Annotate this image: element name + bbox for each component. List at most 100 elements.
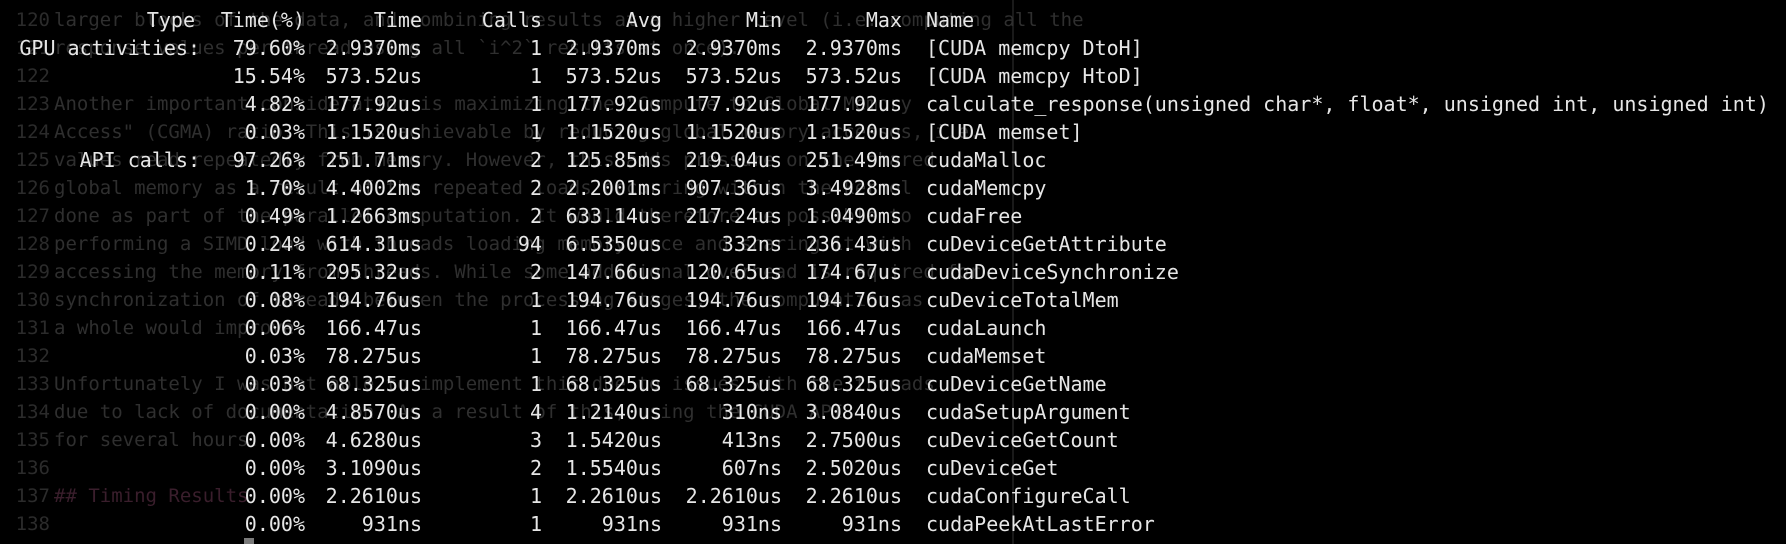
cell-calls: 1 <box>529 92 542 116</box>
cell-time-pct: 1.70% <box>244 176 305 200</box>
cell-time-pct: 0.00% <box>244 400 305 424</box>
terminal-window[interactable]: 120 larger blocks of the data, and combin… <box>0 0 1786 544</box>
cell-max: 931ns <box>841 512 902 536</box>
header-max: Max <box>865 8 902 32</box>
cell-max: 2.5020us <box>805 456 902 480</box>
header-time-pct: Time(%) <box>220 8 305 32</box>
cell-min: 120.65us <box>685 260 782 284</box>
cell-time: 2.9370ms <box>325 36 422 60</box>
cell-time-pct: 79.60% <box>232 36 305 60</box>
cell-max: 194.76us <box>805 288 902 312</box>
cell-avg: 6.5350us <box>565 232 662 256</box>
cell-time-pct: 0.24% <box>244 232 305 256</box>
header-name: Name <box>926 8 975 32</box>
cell-calls: 94 <box>517 232 542 256</box>
header-min: Min <box>745 8 782 32</box>
cell-avg: 573.52us <box>565 64 662 88</box>
cell-time: 295.32us <box>325 260 422 284</box>
cell-time-pct: 0.03% <box>244 344 305 368</box>
cell-max: 2.9370ms <box>805 36 902 60</box>
cell-calls: 2 <box>529 176 542 200</box>
cell-avg: 147.66us <box>565 260 662 284</box>
cell-min: 907.36us <box>685 176 782 200</box>
cell-avg: 125.85ms <box>565 148 662 172</box>
cell-time-pct: 97.26% <box>232 148 305 172</box>
cell-time-pct: 0.08% <box>244 288 305 312</box>
cell-calls: 2 <box>529 204 542 228</box>
cell-avg: 2.9370ms <box>565 36 662 60</box>
cell-time-pct: 0.00% <box>244 456 305 480</box>
cell-avg: 177.92us <box>565 92 662 116</box>
cell-max: 78.275us <box>805 344 902 368</box>
cell-time: 3.1090us <box>325 456 422 480</box>
cell-max: 3.4928ms <box>805 176 902 200</box>
cell-calls: 1 <box>529 36 542 60</box>
cell-min: 68.325us <box>685 372 782 396</box>
cell-avg: 166.47us <box>565 316 662 340</box>
cell-time-pct: 0.03% <box>244 120 305 144</box>
cell-time: 177.92us <box>325 92 422 116</box>
cell-time-pct: 0.00% <box>244 484 305 508</box>
cell-avg: 1.1520us <box>565 120 662 144</box>
cell-avg: 931ns <box>601 512 662 536</box>
cell-min: 177.92us <box>685 92 782 116</box>
cell-avg: 2.2610us <box>565 484 662 508</box>
terminal-cursor <box>244 538 254 544</box>
cell-name: cudaPeekAtLastError <box>926 512 1155 536</box>
cell-max: 166.47us <box>805 316 902 340</box>
cell-max: 236.43us <box>805 232 902 256</box>
cell-time: 4.8570us <box>325 400 422 424</box>
cell-avg: 1.5540us <box>565 456 662 480</box>
cell-min: 310ns <box>721 400 782 424</box>
cell-max: 2.2610us <box>805 484 902 508</box>
profiler-header-row: Type Time(%) Time Calls Avg Min Max Name <box>0 6 974 34</box>
cell-time: 4.6280us <box>325 428 422 452</box>
cell-time: 931ns <box>361 512 422 536</box>
cell-time: 166.47us <box>325 316 422 340</box>
cell-max: 1.0490ms <box>805 204 902 228</box>
cell-name: cudaMalloc <box>926 148 1047 172</box>
cell-name: cudaSetupArgument <box>926 400 1131 424</box>
cell-time: 573.52us <box>325 64 422 88</box>
cell-time: 614.31us <box>325 232 422 256</box>
cell-name: cuDeviceTotalMem <box>926 288 1119 312</box>
cell-min: 217.24us <box>685 204 782 228</box>
cell-min: 78.275us <box>685 344 782 368</box>
cell-calls: 1 <box>529 316 542 340</box>
cell-name: cudaLaunch <box>926 316 1047 340</box>
cell-max: 68.325us <box>805 372 902 396</box>
cell-min: 573.52us <box>685 64 782 88</box>
cell-avg: 1.5420us <box>565 428 662 452</box>
cell-name: cudaFree <box>926 204 1023 228</box>
cell-max: 2.7500us <box>805 428 902 452</box>
header-avg: Avg <box>625 8 662 32</box>
cell-min: 1.1520us <box>685 120 782 144</box>
cell-time: 2.2610us <box>325 484 422 508</box>
cell-time: 251.71ms <box>325 148 422 172</box>
cell-time: 1.1520us <box>325 120 422 144</box>
cell-name: cuDeviceGetName <box>926 372 1107 396</box>
cell-name: cudaMemcpy <box>926 176 1047 200</box>
cell-calls: 2 <box>529 456 542 480</box>
cell-name: cuDeviceGetAttribute <box>926 232 1167 256</box>
cell-name: cuDeviceGet <box>926 456 1059 480</box>
cell-avg: 194.76us <box>565 288 662 312</box>
cell-calls: 2 <box>529 260 542 284</box>
cell-calls: 1 <box>529 512 542 536</box>
cell-max: 1.1520us <box>805 120 902 144</box>
cell-max: 573.52us <box>805 64 902 88</box>
cell-name: [CUDA memcpy HtoD] <box>926 64 1143 88</box>
cell-calls: 1 <box>529 344 542 368</box>
cell-min: 2.9370ms <box>685 36 782 60</box>
cell-min: 332ns <box>721 232 782 256</box>
cell-max: 3.0840us <box>805 400 902 424</box>
cell-time: 1.2663ms <box>325 204 422 228</box>
cell-type: GPU activities: <box>19 36 200 60</box>
cell-time-pct: 0.00% <box>244 512 305 536</box>
cell-time: 68.325us <box>325 372 422 396</box>
cell-calls: 1 <box>529 64 542 88</box>
cell-calls: 1 <box>529 484 542 508</box>
cell-calls: 4 <box>529 400 542 424</box>
cell-name: cuDeviceGetCount <box>926 428 1119 452</box>
cell-max: 177.92us <box>805 92 902 116</box>
